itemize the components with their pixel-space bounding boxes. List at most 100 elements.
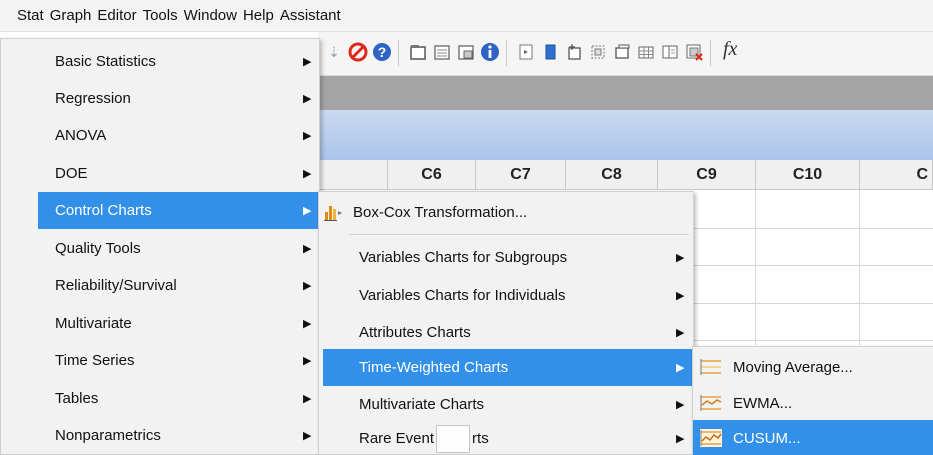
submenu-arrow-icon: ▶ [303,318,312,330]
menubar: Stat Graph Editor Tools Window Help Assi… [0,0,933,32]
menu-item-time-series[interactable]: Time Series ▶ [1,342,319,379]
menu-item-variables-charts-subgroups[interactable]: Variables Charts for Subgroups ▶ [319,239,693,276]
menu-item-reliability-survival[interactable]: Reliability/Survival ▶ [1,267,319,304]
stop-icon[interactable] [348,42,368,62]
blue-bar-icon[interactable] [540,42,560,62]
submenu-arrow-icon: ▶ [676,362,685,374]
help-icon[interactable]: ? [372,42,392,62]
pin-icon[interactable]: ⇣ [324,42,344,62]
toolbar-separator [710,40,711,66]
svg-text:?: ? [378,44,387,60]
menu-stat[interactable]: Stat [14,0,47,32]
menu-item-control-charts[interactable]: Control Charts ▶ [38,192,319,229]
menu-editor[interactable]: Editor [94,0,139,32]
grid-line [859,190,860,345]
cusum-icon [700,429,722,447]
toolbar-separator [398,40,399,66]
menu-item-label: rts [472,430,489,447]
menu-item-label: Time-Weighted Charts [359,359,509,376]
occluding-box [436,424,471,453]
submenu-arrow-icon: ▶ [303,430,312,442]
moving-average-icon [700,359,721,375]
menu-help[interactable]: Help [240,0,277,32]
column-header-c9[interactable]: C9 [658,160,756,190]
submenu-arrow-icon: ▶ [303,393,312,405]
script-icon[interactable] [516,42,536,62]
menu-tools[interactable]: Tools [140,0,181,32]
menu-item-label: Time Series [55,352,135,369]
submenu-arrow-icon: ▶ [303,205,312,217]
info-icon[interactable] [480,42,500,62]
panel-icon[interactable] [660,42,680,62]
menu-window[interactable]: Window [181,0,240,32]
grid-line [694,340,933,341]
column-header-c10[interactable]: C10 [756,160,860,190]
menu-item-attributes-charts[interactable]: Attributes Charts ▶ [319,314,693,351]
menu-item-anova[interactable]: ANOVA ▶ [1,117,319,154]
table-icon[interactable] [636,42,656,62]
print-setup-icon[interactable] [456,42,476,62]
menu-item-variables-charts-individuals[interactable]: Variables Charts for Individuals ▶ [319,277,693,314]
ewma-icon [700,395,722,411]
column-header-blank [318,160,388,190]
submenu-arrow-icon: ▶ [303,168,312,180]
menu-item-label: Control Charts [55,202,152,219]
menu-item-label: EWMA... [733,394,793,412]
menu-item-nonparametrics[interactable]: Nonparametrics ▶ [1,417,319,454]
menu-item-label: Multivariate [55,315,132,332]
menu-item-multivariate-charts[interactable]: Multivariate Charts ▶ [319,386,693,423]
menu-item-rare-event-charts[interactable]: Rare Event rts ▶ [319,420,693,455]
submenu-arrow-icon: ▶ [303,130,312,142]
box-cox-icon [324,206,342,221]
menu-item-label: Variables Charts for Individuals [359,287,566,304]
menu-item-quality-tools[interactable]: Quality Tools ▶ [1,230,319,267]
menu-item-box-cox[interactable]: Box-Cox Transformation... [319,194,693,231]
menu-item-label: CUSUM... [733,429,801,447]
window-titlebar [318,76,933,110]
submenu-arrow-icon: ▶ [303,355,312,367]
menu-item-label: Variables Charts for Subgroups [359,249,568,266]
column-header-c11[interactable]: C [860,160,933,190]
menu-item-label: Quality Tools [55,240,141,257]
menu-item-label: DOE [55,165,88,182]
grid-line [694,265,933,266]
new-worksheet-icon[interactable] [564,42,584,62]
submenu-arrow-icon: ▶ [303,280,312,292]
menu-item-label: Basic Statistics [55,53,156,70]
menu-item-multivariate[interactable]: Multivariate ▶ [1,305,319,342]
submenu-arrow-icon: ▶ [303,93,312,105]
menu-item-label: Tables [55,390,99,407]
column-header-c8[interactable]: C8 [566,160,658,190]
submenu-arrow-icon: ▶ [676,290,685,302]
menu-item-label: ANOVA [55,127,107,144]
formula-icon[interactable]: fx [723,38,737,61]
menu-item-time-weighted-charts[interactable]: Time-Weighted Charts ▶ [323,349,693,386]
menu-item-label: Rare Event [359,430,435,447]
print-icon[interactable] [432,42,452,62]
submenu-arrow-icon: ▶ [676,327,685,339]
menu-item-doe[interactable]: DOE ▶ [1,155,319,192]
menu-item-ewma[interactable]: EWMA... [693,385,933,421]
window-tile-icon[interactable] [612,42,632,62]
close-window-icon[interactable] [684,42,704,62]
menu-item-label: Nonparametrics [55,427,161,444]
graph-layout-icon[interactable] [588,42,608,62]
menu-item-cusum[interactable]: CUSUM... [693,420,933,455]
menu-item-label: Reliability/Survival [55,277,177,294]
stat-menu: Basic Statistics ▶ Regression ▶ ANOVA ▶ DOE… [0,38,320,455]
toolbar-separator [506,40,507,66]
menu-item-label: Moving Average... [733,358,853,376]
column-header-c7[interactable]: C7 [476,160,566,190]
menu-graph[interactable]: Graph [47,0,95,32]
submenu-arrow-icon: ▶ [303,56,312,68]
menu-item-tables[interactable]: Tables ▶ [1,380,319,417]
toolbar: ⇣ ? fx [318,32,933,76]
menu-item-regression[interactable]: Regression ▶ [1,80,319,117]
column-header-c6[interactable]: C6 [388,160,476,190]
menu-item-moving-average[interactable]: Moving Average... [693,349,933,385]
window-icon[interactable] [408,42,428,62]
menu-assistant[interactable]: Assistant [277,0,344,32]
menu-item-basic-statistics[interactable]: Basic Statistics ▶ [1,43,319,80]
grid-line [694,303,933,304]
grid-line [755,190,756,345]
